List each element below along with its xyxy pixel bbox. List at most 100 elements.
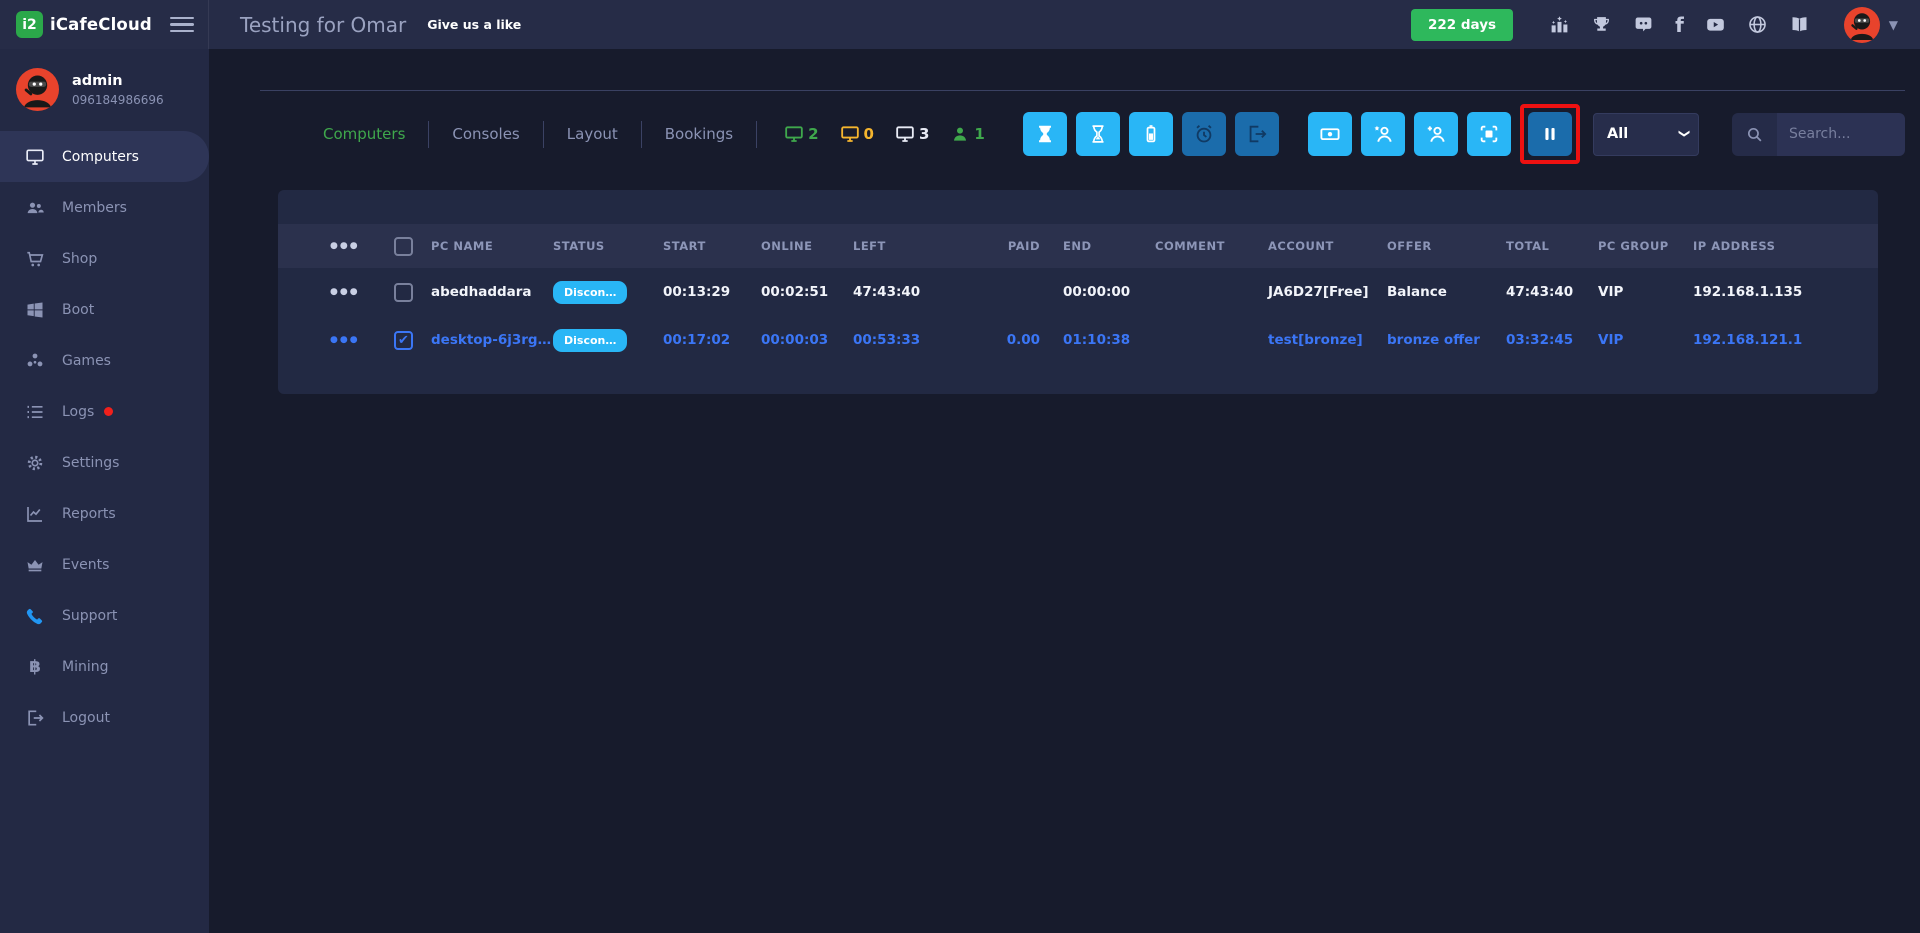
cell-start: 00:13:29 <box>663 284 761 300</box>
add-member-star-icon <box>1372 123 1394 145</box>
monitor-icon <box>25 147 45 167</box>
col-online[interactable]: ONLINE <box>761 239 853 253</box>
cash-button[interactable] <box>1308 112 1352 156</box>
cell-left: 00:53:33 <box>853 332 970 348</box>
ranking-icon[interactable] <box>1549 14 1570 35</box>
cell-online: 00:02:51 <box>761 284 853 300</box>
sidebar-item-boot[interactable]: Boot <box>0 284 209 335</box>
header-menu-icon[interactable]: ●●● <box>330 241 394 251</box>
counter-members: 1 <box>950 124 984 144</box>
col-offer[interactable]: OFFER <box>1387 239 1506 253</box>
facebook-icon[interactable]: f <box>1675 15 1684 35</box>
col-left[interactable]: LEFT <box>853 239 970 253</box>
main-content: Computers Consoles Layout Bookings 2 0 <box>209 49 1920 933</box>
row-menu-icon[interactable]: ●●● <box>330 335 394 345</box>
brand: i2 iCafeCloud <box>0 0 209 49</box>
highlight-box <box>1520 104 1580 164</box>
cell-pc-group: VIP <box>1598 332 1693 348</box>
trophy-icon[interactable] <box>1591 14 1612 35</box>
add-member-button[interactable] <box>1414 112 1458 156</box>
toolbar-actions: All <box>1014 104 1905 164</box>
sidebar-item-logs[interactable]: Logs <box>0 386 209 437</box>
col-end[interactable]: END <box>1040 239 1155 253</box>
hourglass-outline-icon <box>1087 123 1109 145</box>
chevron-down-icon: ▼ <box>1889 18 1898 32</box>
cell-ip-address: 192.168.121.1 <box>1693 332 1878 348</box>
select-all-checkbox[interactable] <box>394 237 413 256</box>
cell-left: 47:43:40 <box>853 284 970 300</box>
user-menu[interactable]: ▼ <box>1844 7 1898 43</box>
sidebar-item-shop[interactable]: Shop <box>0 233 209 284</box>
tab-computers[interactable]: Computers <box>300 125 428 143</box>
sidebar-item-support[interactable]: Support <box>0 590 209 641</box>
cell-total: 47:43:40 <box>1506 284 1598 300</box>
capture-icon <box>1478 123 1500 145</box>
group-filter-select[interactable]: All <box>1593 113 1699 156</box>
hourglass-filled-button[interactable] <box>1023 112 1067 156</box>
capture-button[interactable] <box>1467 112 1511 156</box>
manual-book-icon[interactable] <box>1789 14 1810 35</box>
cell-end: 00:00:00 <box>1040 284 1155 300</box>
chart-icon <box>25 504 45 524</box>
tab-bookings[interactable]: Bookings <box>642 125 756 143</box>
col-pc-group[interactable]: PC GROUP <box>1598 239 1693 253</box>
col-total[interactable]: TOTAL <box>1506 239 1598 253</box>
col-comment[interactable]: COMMENT <box>1155 239 1268 253</box>
status-badge[interactable]: Discon… <box>553 329 627 352</box>
cell-offer: Balance <box>1387 284 1506 300</box>
sidebar-avatar <box>16 68 59 111</box>
sidebar: admin 096184986696 Computers Members Sho… <box>0 49 209 933</box>
col-pc-name[interactable]: PC NAME <box>431 239 553 253</box>
pause-button[interactable] <box>1528 112 1572 156</box>
row-menu-icon[interactable]: ●●● <box>330 287 394 297</box>
cell-end: 01:10:38 <box>1040 332 1155 348</box>
table-header-row: ●●● PC NAME STATUS START ONLINE LEFT PAI… <box>278 224 1878 268</box>
give-us-a-like-link[interactable]: Give us a like <box>427 17 521 32</box>
search-input[interactable] <box>1777 113 1905 156</box>
table-row[interactable]: ●●● desktop-6j3rg… Discon… 00:17:02 00:0… <box>278 316 1878 364</box>
alarm-button[interactable] <box>1182 112 1226 156</box>
row-checkbox[interactable] <box>394 283 413 302</box>
games-icon <box>25 351 45 371</box>
sidebar-item-logout[interactable]: Logout <box>0 692 209 743</box>
sidebar-item-settings[interactable]: Settings <box>0 437 209 488</box>
brand-name: iCafeCloud <box>50 15 152 34</box>
hourglass-outline-button[interactable] <box>1076 112 1120 156</box>
sidebar-item-games[interactable]: Games <box>0 335 209 386</box>
sidebar-item-mining[interactable]: ฿ Mining <box>0 641 209 692</box>
cell-start: 00:17:02 <box>663 332 761 348</box>
status-badge[interactable]: Discon… <box>553 281 627 304</box>
days-remaining-button[interactable]: 222 days <box>1411 9 1513 41</box>
col-paid[interactable]: PAID <box>970 239 1040 253</box>
user-avatar[interactable] <box>1844 7 1880 43</box>
sidebar-item-computers[interactable]: Computers <box>0 131 209 182</box>
hourglass-filled-icon <box>1034 123 1056 145</box>
globe-icon[interactable] <box>1747 14 1768 35</box>
sidebar-item-events[interactable]: Events <box>0 539 209 590</box>
filter-wrap: All <box>1593 113 1699 156</box>
monitor-icon <box>895 124 915 144</box>
checkout-button[interactable] <box>1235 112 1279 156</box>
col-ip-address[interactable]: IP ADDRESS <box>1693 239 1878 253</box>
youtube-icon[interactable] <box>1705 14 1726 35</box>
col-account[interactable]: ACCOUNT <box>1268 239 1387 253</box>
cell-online: 00:00:03 <box>761 332 853 348</box>
sidebar-item-members[interactable]: Members <box>0 182 209 233</box>
tab-consoles[interactable]: Consoles <box>429 125 542 143</box>
toolbar: Computers Consoles Layout Bookings 2 0 <box>260 90 1905 164</box>
list-icon <box>25 402 45 422</box>
table-row[interactable]: ●●● abedhaddara Discon… 00:13:29 00:02:5… <box>278 268 1878 316</box>
sidebar-item-reports[interactable]: Reports <box>0 488 209 539</box>
tab-layout[interactable]: Layout <box>544 125 641 143</box>
cell-pc-name[interactable]: abedhaddara <box>431 284 553 300</box>
col-start[interactable]: START <box>663 239 761 253</box>
cell-pc-name[interactable]: desktop-6j3rg… <box>431 332 553 348</box>
add-member-star-button[interactable] <box>1361 112 1405 156</box>
topbar-right: 222 days f ▼ <box>1411 7 1920 43</box>
counter-offline-pcs: 3 <box>895 124 929 144</box>
col-status[interactable]: STATUS <box>553 239 663 253</box>
discord-icon[interactable] <box>1633 14 1654 35</box>
hamburger-menu-icon[interactable] <box>170 13 194 37</box>
battery-button[interactable] <box>1129 112 1173 156</box>
row-checkbox[interactable] <box>394 331 413 350</box>
